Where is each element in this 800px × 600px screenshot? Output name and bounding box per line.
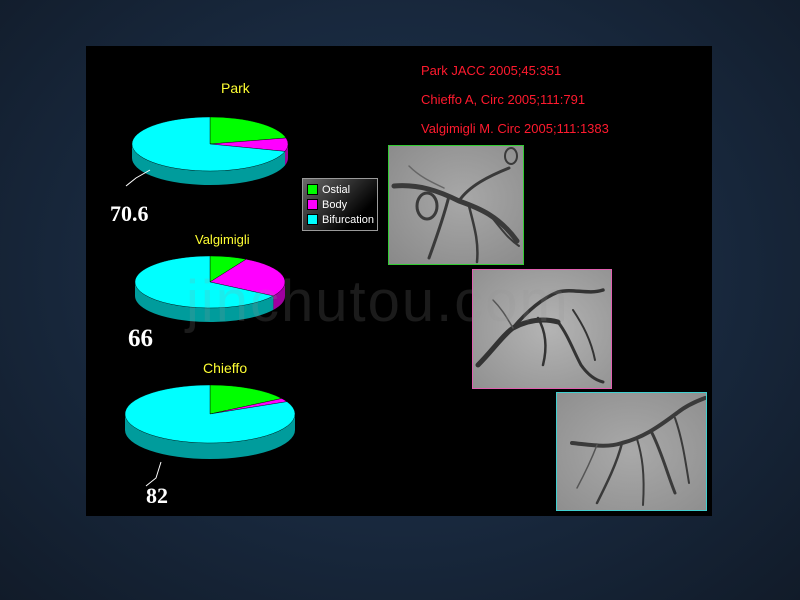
legend-item-ostial: Ostial xyxy=(307,182,377,197)
reference-park: Park JACC 2005;45:351 xyxy=(421,63,562,78)
watermark: jinchutou.com xyxy=(186,269,570,334)
chart-title-park: Park xyxy=(221,80,250,96)
chart-title-valgimigli: Valgimigli xyxy=(195,232,250,247)
slide: Park Valgimigli Chieffo 70.6 66 82 Ostia… xyxy=(86,46,712,516)
reference-valgimigli: Valgimigli M. Circ 2005;111:1383 xyxy=(421,121,609,136)
legend-swatch-bifurcation xyxy=(307,214,318,225)
angiogram-image-3 xyxy=(556,392,707,511)
legend-label-body: Body xyxy=(322,198,348,211)
value-label-chieffo: 82 xyxy=(146,483,168,508)
legend: Ostial Body Bifurcation xyxy=(302,178,378,231)
legend-item-body: Body xyxy=(307,197,377,212)
legend-swatch-body xyxy=(307,199,318,210)
reference-chieffo: Chieffo A, Circ 2005;111:791 xyxy=(421,92,586,107)
legend-label-ostial: Ostial xyxy=(322,183,351,196)
legend-swatch-ostial xyxy=(307,184,318,195)
legend-label-bifurcation: Bifurcation xyxy=(322,213,374,226)
pie-0-leader-line xyxy=(125,169,151,187)
value-label-park: 70.6 xyxy=(110,201,149,226)
chart-title-chieffo: Chieffo xyxy=(203,360,248,376)
value-label-valgimigli: 66 xyxy=(128,325,153,352)
legend-item-bifurcation: Bifurcation xyxy=(307,212,377,227)
angiogram-image-1 xyxy=(388,145,524,265)
